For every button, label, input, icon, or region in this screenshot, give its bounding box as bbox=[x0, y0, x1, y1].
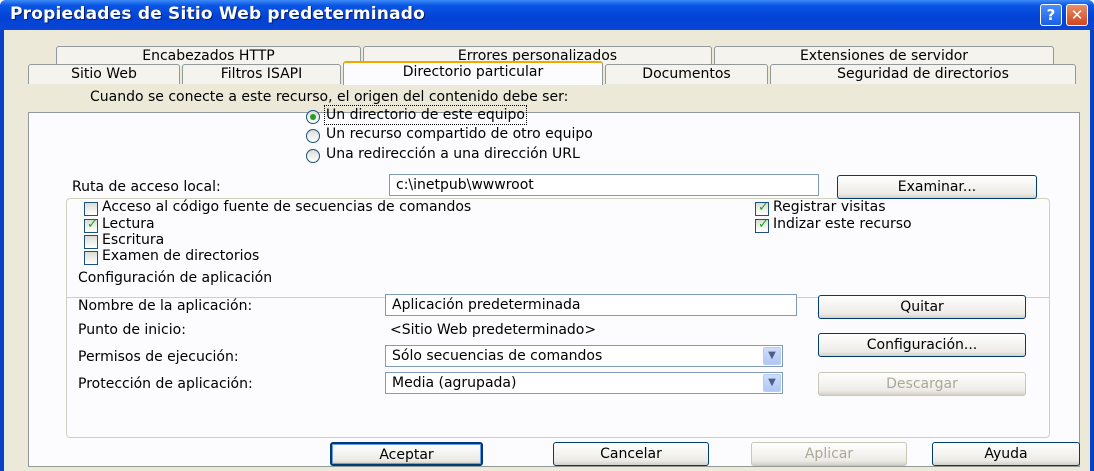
app-protection-select[interactable]: Media (agrupada) ▼ bbox=[385, 372, 783, 394]
checkbox-log-visits[interactable]: ✓ bbox=[755, 200, 769, 216]
local-path-input[interactable]: c:\inetpub\wwwroot bbox=[389, 174, 819, 196]
help-button[interactable]: Ayuda bbox=[932, 442, 1080, 466]
tab-documentos[interactable]: Documentos bbox=[605, 64, 768, 84]
checkbox-read[interactable]: ✓ bbox=[84, 217, 98, 233]
chevron-down-icon[interactable]: ▼ bbox=[763, 347, 781, 365]
exec-permissions-label: Permisos de ejecución: bbox=[78, 349, 239, 365]
checkbox-directory-browsing[interactable] bbox=[84, 251, 98, 265]
radio-network-share[interactable] bbox=[306, 129, 320, 143]
start-point-label: Punto de inicio: bbox=[78, 322, 186, 338]
configuration-button[interactable]: Configuración... bbox=[818, 333, 1026, 357]
tab-filtros-isapi[interactable]: Filtros ISAPI bbox=[182, 64, 341, 84]
radio-local-directory[interactable] bbox=[306, 110, 320, 124]
app-name-label: Nombre de la aplicación: bbox=[78, 298, 253, 314]
check-mark-icon: ✓ bbox=[758, 217, 769, 232]
checkbox-script-source[interactable] bbox=[84, 202, 98, 216]
tab-sitio-web[interactable]: Sitio Web bbox=[28, 64, 180, 84]
content-source-prompt: Cuando se conecte a este recurso, el ori… bbox=[90, 89, 569, 105]
check-mark-icon: ✓ bbox=[758, 200, 769, 215]
ok-button[interactable]: Aceptar bbox=[330, 442, 483, 466]
dialog-body: Encabezados HTTP Errores personalizados … bbox=[4, 30, 1090, 471]
tab-seguridad-directorios[interactable]: Seguridad de directorios bbox=[770, 64, 1076, 84]
checkbox-write[interactable] bbox=[84, 235, 98, 249]
app-protection-value: Media (agrupada) bbox=[392, 375, 517, 391]
window-title: Propiedades de Sitio Web predeterminado bbox=[10, 4, 426, 24]
radio-selected-dot bbox=[310, 114, 316, 120]
checkbox-index-resource[interactable]: ✓ bbox=[755, 217, 769, 233]
local-path-label: Ruta de acceso local: bbox=[72, 179, 221, 195]
radio-network-share-label[interactable]: Un recurso compartido de otro equipo bbox=[326, 126, 593, 142]
checkbox-script-source-label[interactable]: Acceso al código fuente de secuencias de… bbox=[102, 199, 471, 215]
radio-url-redirect[interactable] bbox=[306, 149, 320, 163]
checkbox-write-label[interactable]: Escritura bbox=[102, 232, 164, 248]
browse-button[interactable]: Examinar... bbox=[837, 175, 1037, 199]
checkbox-read-label[interactable]: Lectura bbox=[102, 216, 155, 232]
app-config-section-label: Configuración de aplicación bbox=[78, 270, 273, 286]
radio-local-directory-label[interactable]: Un directorio de este equipo bbox=[324, 105, 527, 125]
unload-button: Descargar bbox=[818, 372, 1026, 396]
start-point-value: <Sitio Web predeterminado> bbox=[390, 322, 597, 338]
exec-permissions-select[interactable]: Sólo secuencias de comandos ▼ bbox=[385, 345, 783, 367]
help-title-button[interactable]: ? bbox=[1040, 4, 1062, 26]
app-protection-label: Protección de aplicación: bbox=[78, 376, 253, 392]
cancel-button[interactable]: Cancelar bbox=[553, 442, 709, 466]
tab-encabezados-http[interactable]: Encabezados HTTP bbox=[56, 46, 361, 66]
tab-directorio-particular[interactable]: Directorio particular bbox=[343, 61, 603, 85]
exec-permissions-value: Sólo secuencias de comandos bbox=[392, 348, 603, 364]
checkbox-directory-browsing-label[interactable]: Examen de directorios bbox=[102, 248, 259, 264]
app-name-input[interactable]: Aplicación predeterminada bbox=[385, 294, 797, 316]
properties-dialog: Propiedades de Sitio Web predeterminado … bbox=[0, 0, 1094, 471]
apply-button: Aplicar bbox=[751, 442, 907, 466]
close-button[interactable]: ✕ bbox=[1066, 4, 1088, 26]
title-bar[interactable]: Propiedades de Sitio Web predeterminado … bbox=[0, 0, 1094, 30]
radio-url-redirect-label[interactable]: Una redirección a una dirección URL bbox=[326, 146, 580, 162]
remove-button[interactable]: Quitar bbox=[818, 295, 1026, 319]
checkbox-log-visits-label[interactable]: Registrar visitas bbox=[773, 199, 886, 215]
check-mark-icon: ✓ bbox=[87, 217, 98, 232]
tab-extensiones-servidor[interactable]: Extensiones de servidor bbox=[714, 46, 1054, 66]
chevron-down-icon[interactable]: ▼ bbox=[763, 374, 781, 392]
checkbox-index-resource-label[interactable]: Indizar este recurso bbox=[773, 216, 912, 232]
